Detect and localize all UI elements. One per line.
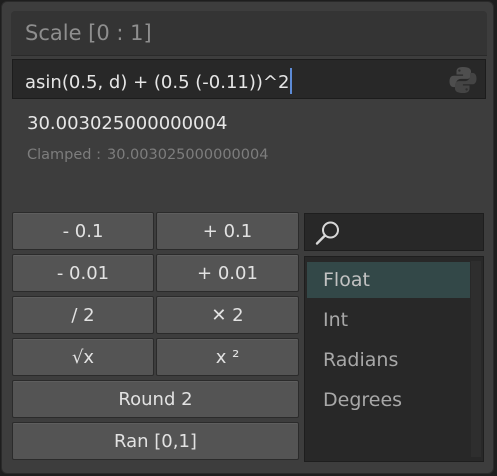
title-bar: Scale [0 : 1] xyxy=(11,11,487,56)
clamped-value: 30.003025000000004 xyxy=(107,147,269,163)
plus-0-1-button[interactable]: + 0.1 xyxy=(156,212,299,250)
type-item-int[interactable]: Int xyxy=(307,302,470,338)
type-search-input[interactable] xyxy=(304,213,484,251)
square-button[interactable]: x ² xyxy=(156,338,299,376)
search-icon xyxy=(315,221,339,245)
plus-0-01-button[interactable]: + 0.01 xyxy=(156,254,299,292)
result-value: 30.003025000000004 xyxy=(27,113,228,134)
round-2-button[interactable]: Round 2 xyxy=(12,380,299,418)
clamped-label: Clamped : xyxy=(27,147,101,163)
minus-0-1-button[interactable]: - 0.1 xyxy=(12,212,154,250)
type-item-float[interactable]: Float xyxy=(307,262,470,298)
random-0-1-button[interactable]: Ran [0,1] xyxy=(12,422,299,460)
widget-title: Scale [0 : 1] xyxy=(25,21,152,45)
expression-input[interactable]: asin(0.5, d) + (0.5 (-0.11))^2 xyxy=(12,59,486,99)
minus-0-01-button[interactable]: - 0.01 xyxy=(12,254,154,292)
python-icon[interactable] xyxy=(447,64,479,96)
clamped-row: Clamped : 30.003025000000004 xyxy=(27,147,268,163)
type-list-scrollbar[interactable] xyxy=(471,261,481,457)
divide-by-2-button[interactable]: / 2 xyxy=(12,296,154,334)
type-item-degrees[interactable]: Degrees xyxy=(307,382,470,418)
expression-text: asin(0.5, d) + (0.5 (-0.11))^2 xyxy=(25,72,290,93)
square-root-button[interactable]: √x xyxy=(12,338,154,376)
multiply-by-2-button[interactable]: ✕ 2 xyxy=(156,296,299,334)
text-caret xyxy=(290,68,293,94)
type-item-radians[interactable]: Radians xyxy=(307,342,470,378)
type-list: Float Int Radians Degrees xyxy=(304,256,484,462)
